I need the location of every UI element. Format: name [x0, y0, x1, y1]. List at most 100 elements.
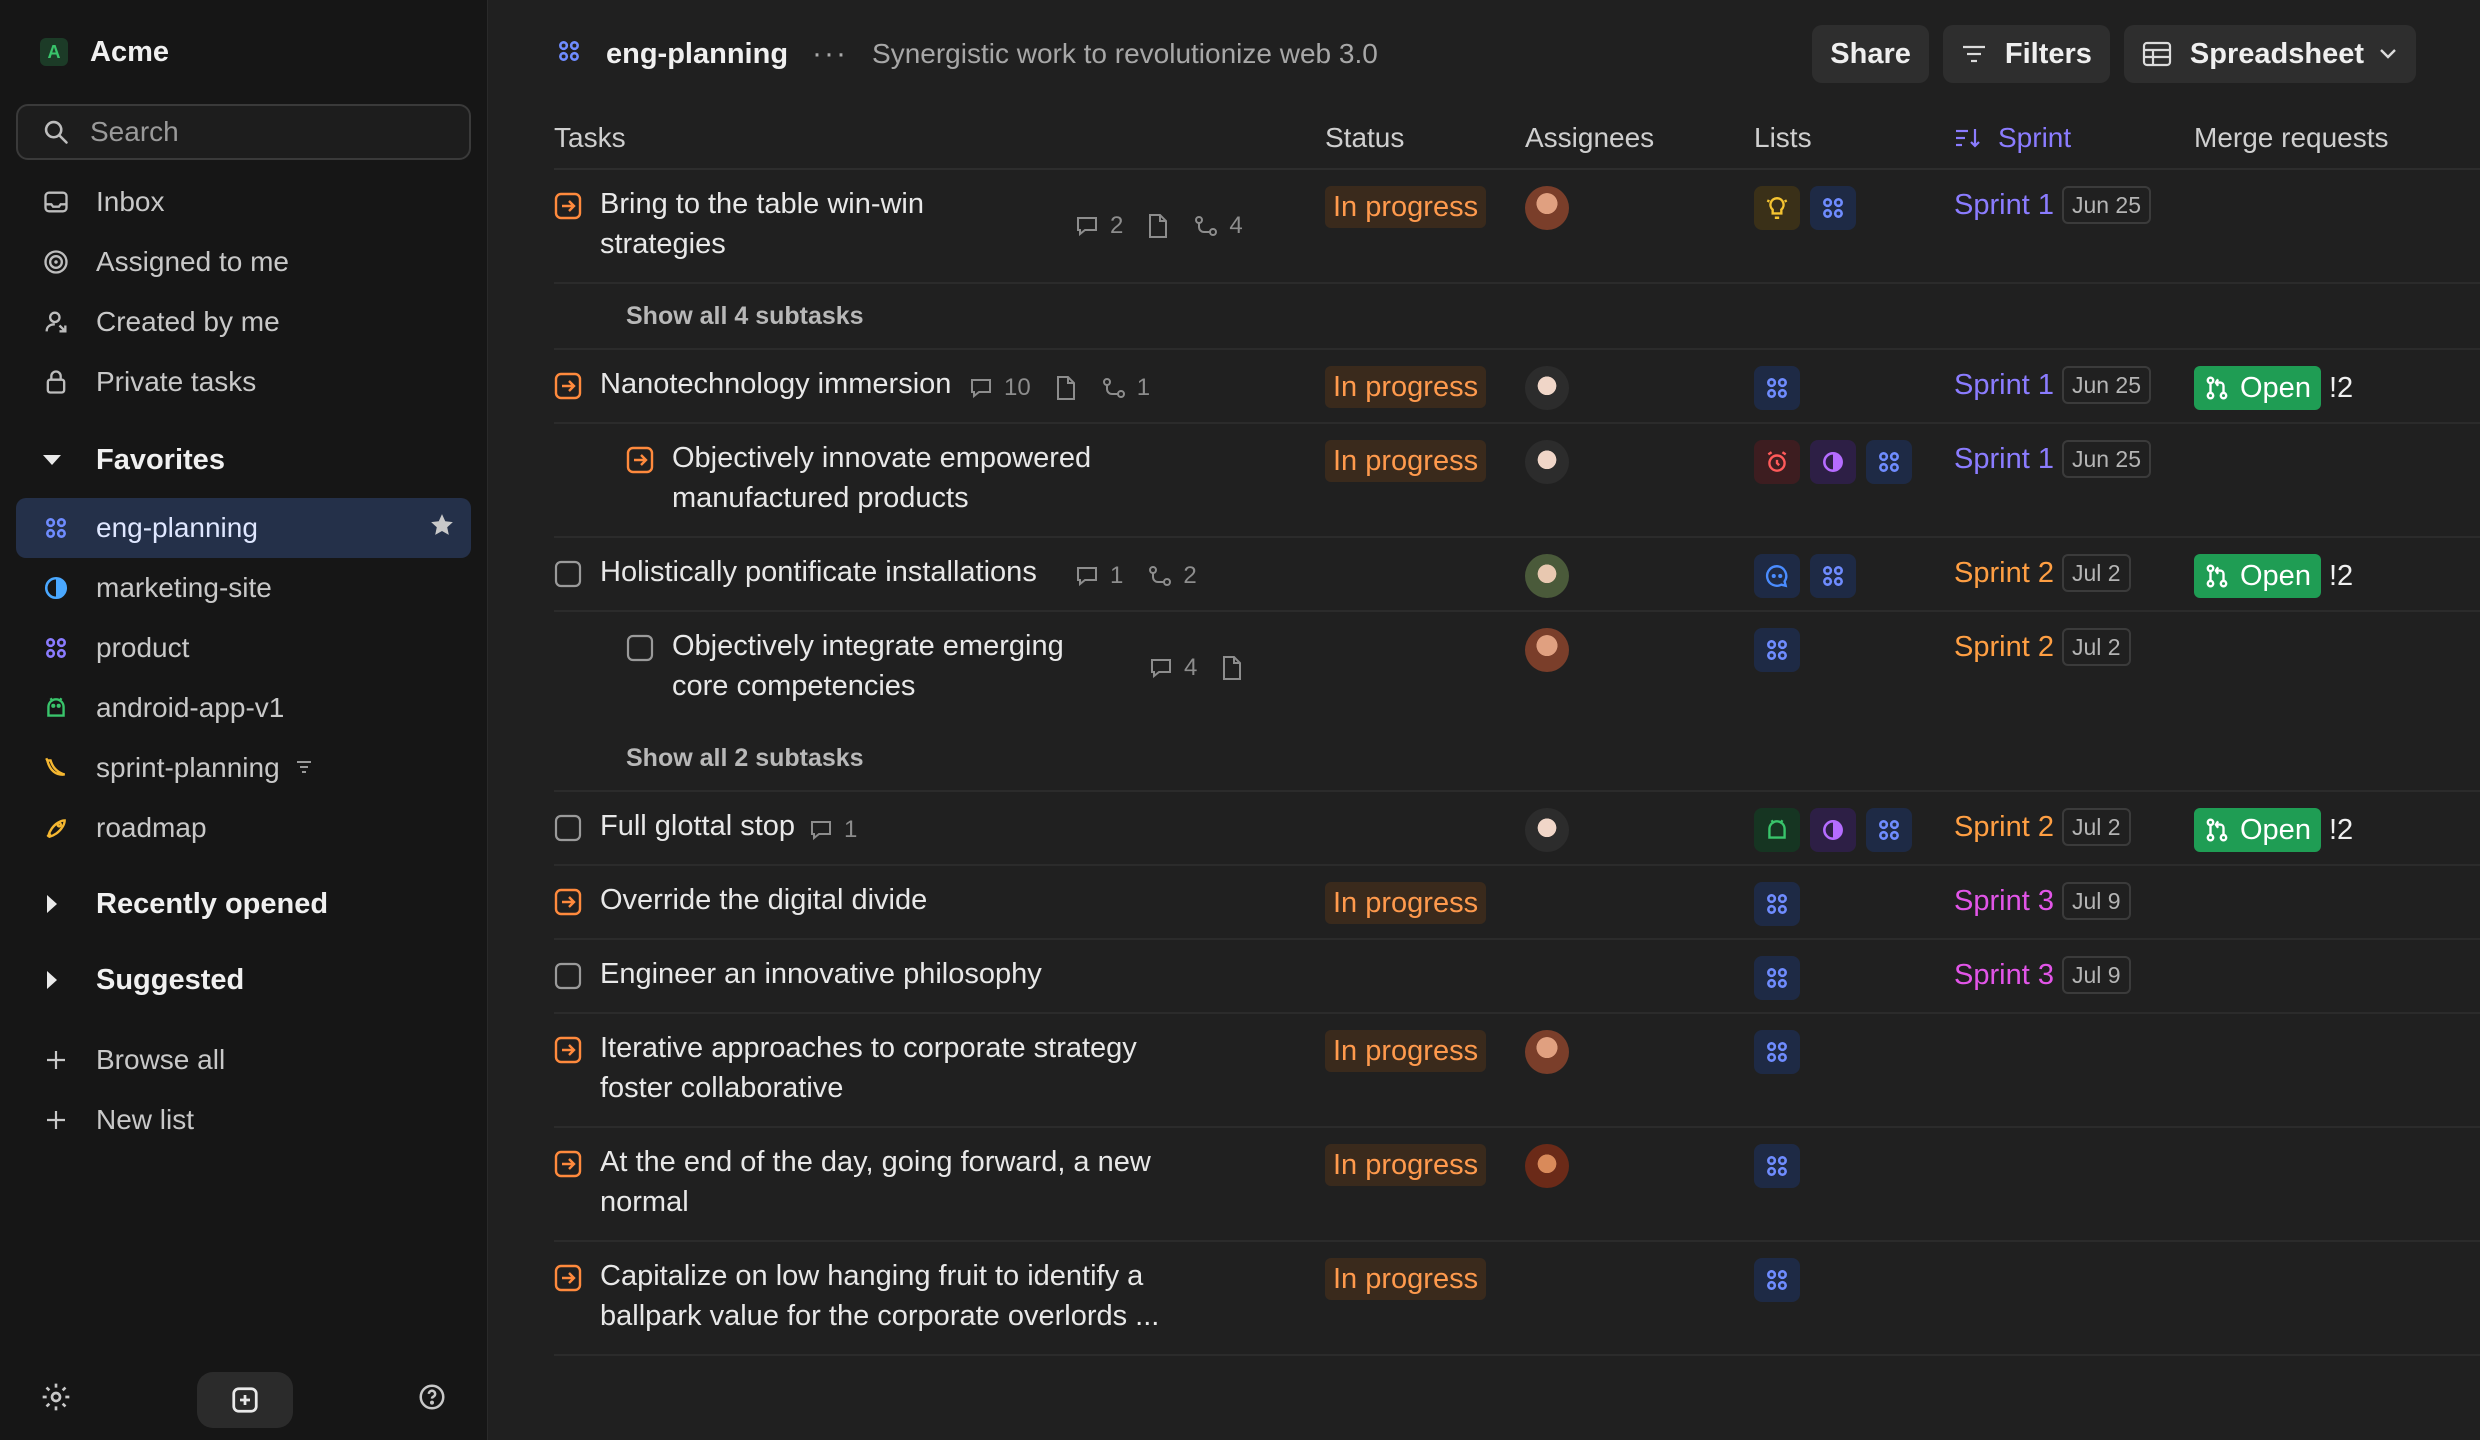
grid-icon[interactable]: [1866, 440, 1912, 484]
checkbox[interactable]: [554, 560, 582, 588]
column-assignees[interactable]: Assignees: [1525, 122, 1654, 154]
status-badge[interactable]: In progress: [1325, 882, 1487, 924]
settings-gear-icon[interactable]: [40, 1381, 72, 1420]
search-input[interactable]: Search: [16, 104, 471, 160]
sprint-cell[interactable]: Sprint 2 Jul 2: [1954, 554, 2131, 592]
grid-icon[interactable]: [1866, 808, 1912, 852]
nav-inbox[interactable]: Inbox: [16, 172, 471, 232]
status-badge[interactable]: In progress: [1325, 1258, 1487, 1300]
merge-request-cell[interactable]: Open !2: [2194, 554, 2353, 598]
status-badge[interactable]: In progress: [1325, 186, 1487, 228]
checkbox[interactable]: [626, 634, 654, 662]
view-selector-button[interactable]: Spreadsheet: [2123, 25, 2416, 83]
workspace-switcher[interactable]: A Acme: [0, 0, 487, 104]
avatar[interactable]: [1525, 440, 1569, 484]
table-row[interactable]: Objectively integrate emerging core compe…: [554, 612, 2480, 726]
status-badge[interactable]: In progress: [1325, 1030, 1487, 1072]
nav-created[interactable]: Created by me: [16, 292, 471, 352]
merge-request-cell[interactable]: Open !2: [2194, 808, 2353, 852]
suggested-header[interactable]: Suggested: [0, 942, 487, 1018]
show-all-subtasks-button[interactable]: Show all 2 subtasks: [554, 726, 2480, 792]
nav-private[interactable]: Private tasks: [16, 352, 471, 412]
grid-icon[interactable]: [1754, 1144, 1800, 1188]
avatar[interactable]: [1525, 808, 1569, 852]
table-row[interactable]: Nanotechnology immersion 10 1 In progres…: [554, 350, 2480, 424]
grid-icon[interactable]: [1754, 628, 1800, 672]
page-title[interactable]: eng-planning: [606, 38, 788, 71]
table-row[interactable]: Engineer an innovative philosophy Sprint…: [554, 940, 2480, 1014]
merge-request-cell[interactable]: Open !2: [2194, 366, 2353, 410]
show-all-subtasks-button[interactable]: Show all 4 subtasks: [554, 284, 2480, 350]
grid-icon[interactable]: [1754, 1030, 1800, 1074]
avatar[interactable]: [1525, 554, 1569, 598]
checkbox[interactable]: [554, 962, 582, 990]
task-cell[interactable]: At the end of the day, going forward, a …: [554, 1128, 1151, 1222]
task-cell[interactable]: Bring to the table win-win strategies: [554, 170, 924, 264]
chat-bubble-icon[interactable]: [1754, 554, 1800, 598]
task-cell[interactable]: Full glottal stop: [554, 792, 795, 846]
sprint-cell[interactable]: Sprint 2 Jul 2: [1954, 628, 2131, 666]
favorites-header[interactable]: Favorites: [0, 422, 487, 498]
sprint-cell[interactable]: Sprint 2 Jul 2: [1954, 808, 2131, 846]
alarm-clock-icon[interactable]: [1754, 440, 1800, 484]
favorite-marketing-site[interactable]: marketing-site: [16, 558, 471, 618]
task-cell[interactable]: Objectively integrate emerging core compe…: [626, 612, 1064, 706]
column-merge-requests[interactable]: Merge requests: [2194, 122, 2389, 154]
nav-assigned[interactable]: Assigned to me: [16, 232, 471, 292]
grid-icon[interactable]: [1810, 186, 1856, 230]
grid-icon[interactable]: [1754, 366, 1800, 410]
task-cell[interactable]: Engineer an innovative philosophy: [554, 940, 1042, 994]
table-row[interactable]: Capitalize on low hanging fruit to ident…: [554, 1242, 2480, 1356]
avatar[interactable]: [1525, 628, 1569, 672]
column-lists[interactable]: Lists: [1754, 122, 1812, 154]
task-cell[interactable]: Iterative approaches to corporate strate…: [554, 1014, 1137, 1108]
column-status[interactable]: Status: [1325, 122, 1404, 154]
sprint-cell[interactable]: Sprint 1 Jun 25: [1954, 186, 2152, 224]
avatar[interactable]: [1525, 1144, 1569, 1188]
favorite-eng-planning[interactable]: eng-planning: [16, 498, 471, 558]
task-cell[interactable]: Objectively innovate empowered manufactur…: [626, 424, 1091, 518]
more-options-icon[interactable]: ···: [812, 37, 848, 71]
lightbulb-icon[interactable]: [1754, 186, 1800, 230]
half-circle-icon[interactable]: [1810, 808, 1856, 852]
status-badge[interactable]: In progress: [1325, 1144, 1487, 1186]
android-icon[interactable]: [1754, 808, 1800, 852]
table-row[interactable]: Iterative approaches to corporate strate…: [554, 1014, 2480, 1128]
grid-icon[interactable]: [1754, 882, 1800, 926]
table-row[interactable]: Bring to the table win-win strategies 2 4…: [554, 170, 2480, 284]
status-badge[interactable]: In progress: [1325, 366, 1487, 408]
star-icon[interactable]: [429, 512, 455, 545]
table-row[interactable]: Override the digital divide In progress …: [554, 866, 2480, 940]
grid-icon[interactable]: [1754, 956, 1800, 1000]
grid-icon[interactable]: [1754, 1258, 1800, 1302]
recently-opened-header[interactable]: Recently opened: [0, 866, 487, 942]
favorite-android-app[interactable]: android-app-v1: [16, 678, 471, 738]
task-cell[interactable]: Override the digital divide: [554, 866, 927, 920]
avatar[interactable]: [1525, 186, 1569, 230]
table-row[interactable]: Objectively innovate empowered manufactur…: [554, 424, 2480, 538]
favorite-sprint-planning[interactable]: sprint-planning: [16, 738, 471, 798]
grid-icon[interactable]: [1810, 554, 1856, 598]
sprint-cell[interactable]: Sprint 1 Jun 25: [1954, 440, 2152, 478]
checkbox[interactable]: [554, 814, 582, 842]
help-icon[interactable]: [417, 1382, 447, 1419]
browse-all-button[interactable]: Browse all: [16, 1030, 471, 1090]
column-sprint[interactable]: Sprint: [1954, 122, 2071, 154]
avatar[interactable]: [1525, 366, 1569, 410]
column-tasks[interactable]: Tasks: [554, 122, 626, 154]
sprint-cell[interactable]: Sprint 3 Jul 9: [1954, 956, 2131, 994]
table-row[interactable]: At the end of the day, going forward, a …: [554, 1128, 2480, 1242]
new-task-button[interactable]: [196, 1372, 293, 1428]
filters-button[interactable]: Filters: [1942, 25, 2110, 83]
avatar[interactable]: [1525, 1030, 1569, 1074]
task-cell[interactable]: Capitalize on low hanging fruit to ident…: [554, 1242, 1159, 1336]
sprint-cell[interactable]: Sprint 1 Jun 25: [1954, 366, 2152, 404]
task-cell[interactable]: Nanotechnology immersion: [554, 350, 951, 404]
task-cell[interactable]: Holistically pontificate installations: [554, 538, 1037, 592]
status-badge[interactable]: In progress: [1325, 440, 1487, 482]
table-row[interactable]: Full glottal stop 1 Sprint 2 Jul 2 Open !2: [554, 792, 2480, 866]
share-button[interactable]: Share: [1812, 25, 1929, 83]
new-list-button[interactable]: New list: [16, 1090, 471, 1150]
favorite-roadmap[interactable]: roadmap: [16, 798, 471, 858]
sprint-cell[interactable]: Sprint 3 Jul 9: [1954, 882, 2131, 920]
